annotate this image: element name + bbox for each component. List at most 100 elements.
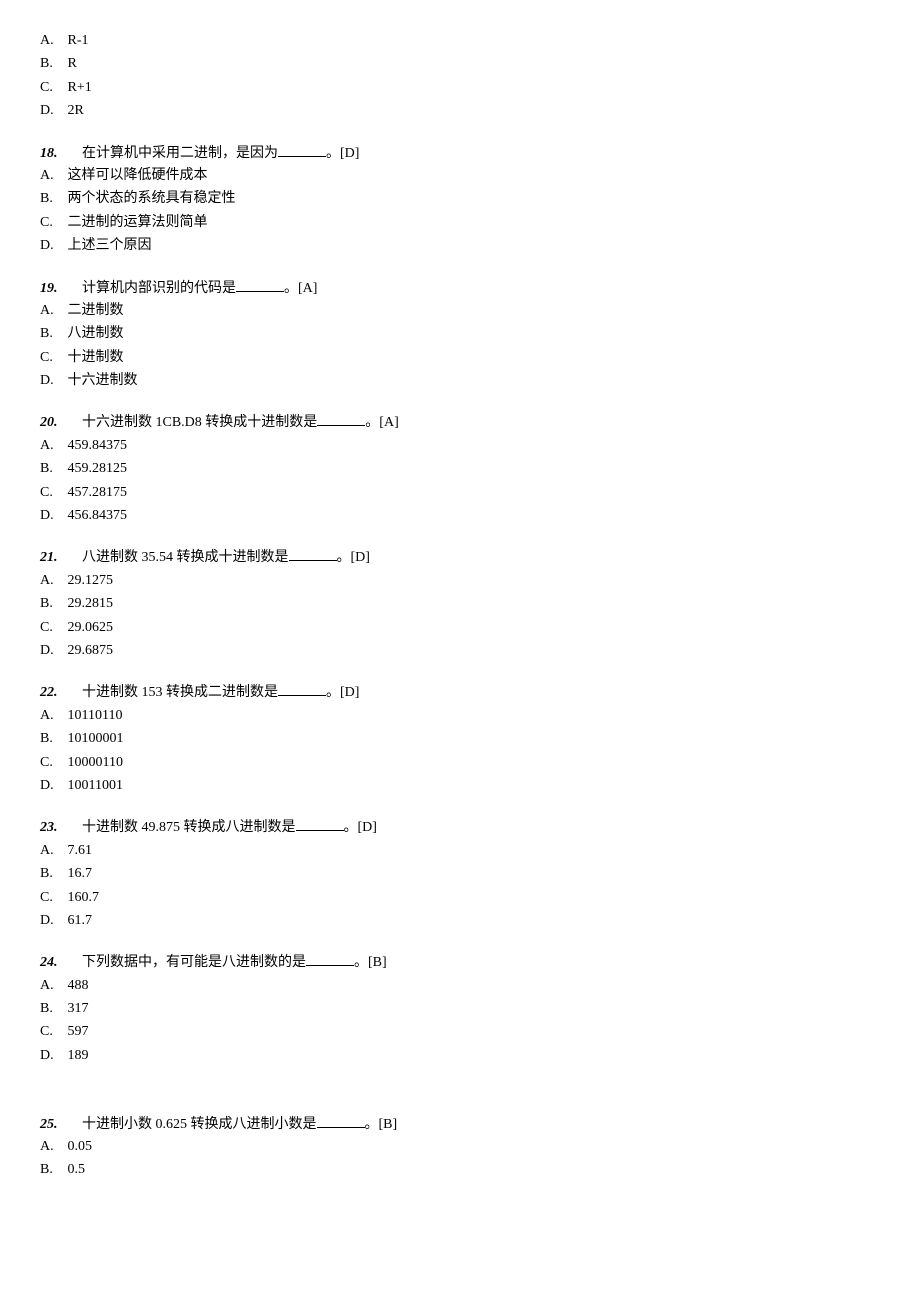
choice-letter: C.: [40, 752, 64, 774]
question-text-before: 十六进制数 1CB.D8 转换成十进制数是: [82, 415, 317, 430]
choice-d: D. 上述三个原因: [40, 235, 880, 258]
choice-a: A. 这样可以降低硬件成本: [40, 165, 880, 188]
question-text-before: 下列数据中，有可能是八进制数的是: [82, 955, 306, 970]
choice-letter: A.: [40, 435, 64, 457]
question-text-before: 在计算机中采用二进制，是因为: [82, 146, 278, 161]
choice-letter: C.: [40, 617, 64, 639]
question-stem: 19. 计算机内部识别的代码是。[A]: [40, 277, 880, 300]
question-18: 18. 在计算机中采用二进制，是因为。[D] A. 这样可以降低硬件成本 B. …: [40, 142, 880, 259]
choice-text: 两个状态的系统具有稳定性: [68, 191, 236, 206]
choice-text: 29.0625: [68, 620, 114, 635]
choice-letter: D.: [40, 910, 64, 932]
choice-letter: A.: [40, 30, 64, 52]
question-text-after: 。[A]: [365, 415, 398, 430]
question-20: 20. 十六进制数 1CB.D8 转换成十进制数是。[A] A. 459.843…: [40, 411, 880, 528]
blank: [296, 816, 344, 831]
choice-letter: B.: [40, 458, 64, 480]
choice-d: D. 61.7: [40, 910, 880, 933]
question-number: 23.: [40, 817, 68, 839]
choice-d: D. 29.6875: [40, 640, 880, 663]
question-number: 21.: [40, 547, 68, 569]
choice-text: 0.05: [68, 1139, 93, 1154]
choice-letter: A.: [40, 300, 64, 322]
choice-a: A. 0.05: [40, 1136, 880, 1159]
choice-b: B. 459.28125: [40, 458, 880, 481]
choice-text: 29.2815: [68, 596, 114, 611]
choice-letter: B.: [40, 728, 64, 750]
choice-text: R: [68, 56, 77, 71]
question-stem: 20. 十六进制数 1CB.D8 转换成十进制数是。[A]: [40, 411, 880, 434]
blank: [278, 142, 326, 157]
question-text-after: 。[B]: [365, 1117, 398, 1132]
choice-letter: D.: [40, 370, 64, 392]
choice-text: 上述三个原因: [68, 238, 152, 253]
choice-text: R+1: [68, 80, 92, 95]
choice-text: 488: [68, 978, 89, 993]
choice-text: 16.7: [68, 866, 93, 881]
choice-text: 10011001: [68, 778, 123, 793]
choice-letter: D.: [40, 1045, 64, 1067]
choice-text: 459.28125: [68, 461, 128, 476]
question-stem: 23. 十进制数 49.875 转换成八进制数是。[D]: [40, 816, 880, 839]
question-text-after: 。[D]: [344, 820, 377, 835]
choice-text: 189: [68, 1048, 89, 1063]
choice-a: A. 二进制数: [40, 300, 880, 323]
question-text-after: 。[D]: [326, 685, 359, 700]
choice-letter: B.: [40, 1159, 64, 1181]
choice-c: C. 29.0625: [40, 617, 880, 640]
choice-b: B. 16.7: [40, 863, 880, 886]
choice-letter: A.: [40, 1136, 64, 1158]
choice-letter: A.: [40, 570, 64, 592]
choice-letter: C.: [40, 77, 64, 99]
choice-text: 160.7: [68, 890, 100, 905]
choice-letter: B.: [40, 323, 64, 345]
choice-letter: D.: [40, 505, 64, 527]
question-text-before: 计算机内部识别的代码是: [82, 281, 236, 296]
blank: [306, 951, 354, 966]
choice-letter: C.: [40, 1021, 64, 1043]
choice-letter: C.: [40, 347, 64, 369]
question-stem: 24. 下列数据中，有可能是八进制数的是 。[B]: [40, 951, 880, 974]
choice-c: C. 597: [40, 1021, 880, 1044]
choice-letter: A.: [40, 165, 64, 187]
question-number: 24.: [40, 952, 68, 974]
question-text-after: 。[A]: [284, 281, 317, 296]
choice-c: C. 457.28175: [40, 482, 880, 505]
choice-letter: C.: [40, 212, 64, 234]
question-17-choices: A. R-1 B. R C. R+1 D. 2R: [40, 30, 880, 124]
choice-letter: D.: [40, 100, 64, 122]
question-text-before: 十进制数 153 转换成二进制数是: [82, 685, 278, 700]
blank: [317, 411, 365, 426]
choice-text: 二进制数: [68, 303, 124, 318]
choice-letter: B.: [40, 53, 64, 75]
question-stem: 21. 八进制数 35.54 转换成十进制数是。[D]: [40, 546, 880, 569]
question-stem: 18. 在计算机中采用二进制，是因为。[D]: [40, 142, 880, 165]
choice-c: C. 10000110: [40, 752, 880, 775]
blank: [278, 681, 326, 696]
choice-letter: B.: [40, 188, 64, 210]
choice-text: 0.5: [68, 1162, 86, 1177]
choice-a: A. 7.61: [40, 840, 880, 863]
choice-text: 317: [68, 1001, 89, 1016]
choice-b: B. R: [40, 53, 880, 76]
choice-text: 597: [68, 1024, 89, 1039]
choice-letter: A.: [40, 840, 64, 862]
choice-text: 八进制数: [68, 326, 124, 341]
choice-a: A. 29.1275: [40, 570, 880, 593]
blank: [317, 1113, 365, 1128]
choice-d: D. 456.84375: [40, 505, 880, 528]
question-19: 19. 计算机内部识别的代码是。[A] A. 二进制数 B. 八进制数 C. 十…: [40, 277, 880, 394]
choice-letter: B.: [40, 593, 64, 615]
choice-b: B. 0.5: [40, 1159, 880, 1182]
question-text-after: 。[B]: [354, 955, 387, 970]
blank: [236, 277, 284, 292]
blank: [289, 546, 337, 561]
choice-text: 2R: [68, 103, 84, 118]
choice-b: B. 29.2815: [40, 593, 880, 616]
choice-letter: B.: [40, 863, 64, 885]
choice-c: C. 160.7: [40, 887, 880, 910]
question-text-before: 八进制数 35.54 转换成十进制数是: [82, 550, 289, 565]
choice-letter: A.: [40, 705, 64, 727]
question-23: 23. 十进制数 49.875 转换成八进制数是。[D] A. 7.61 B. …: [40, 816, 880, 933]
choice-text: 61.7: [68, 913, 93, 928]
